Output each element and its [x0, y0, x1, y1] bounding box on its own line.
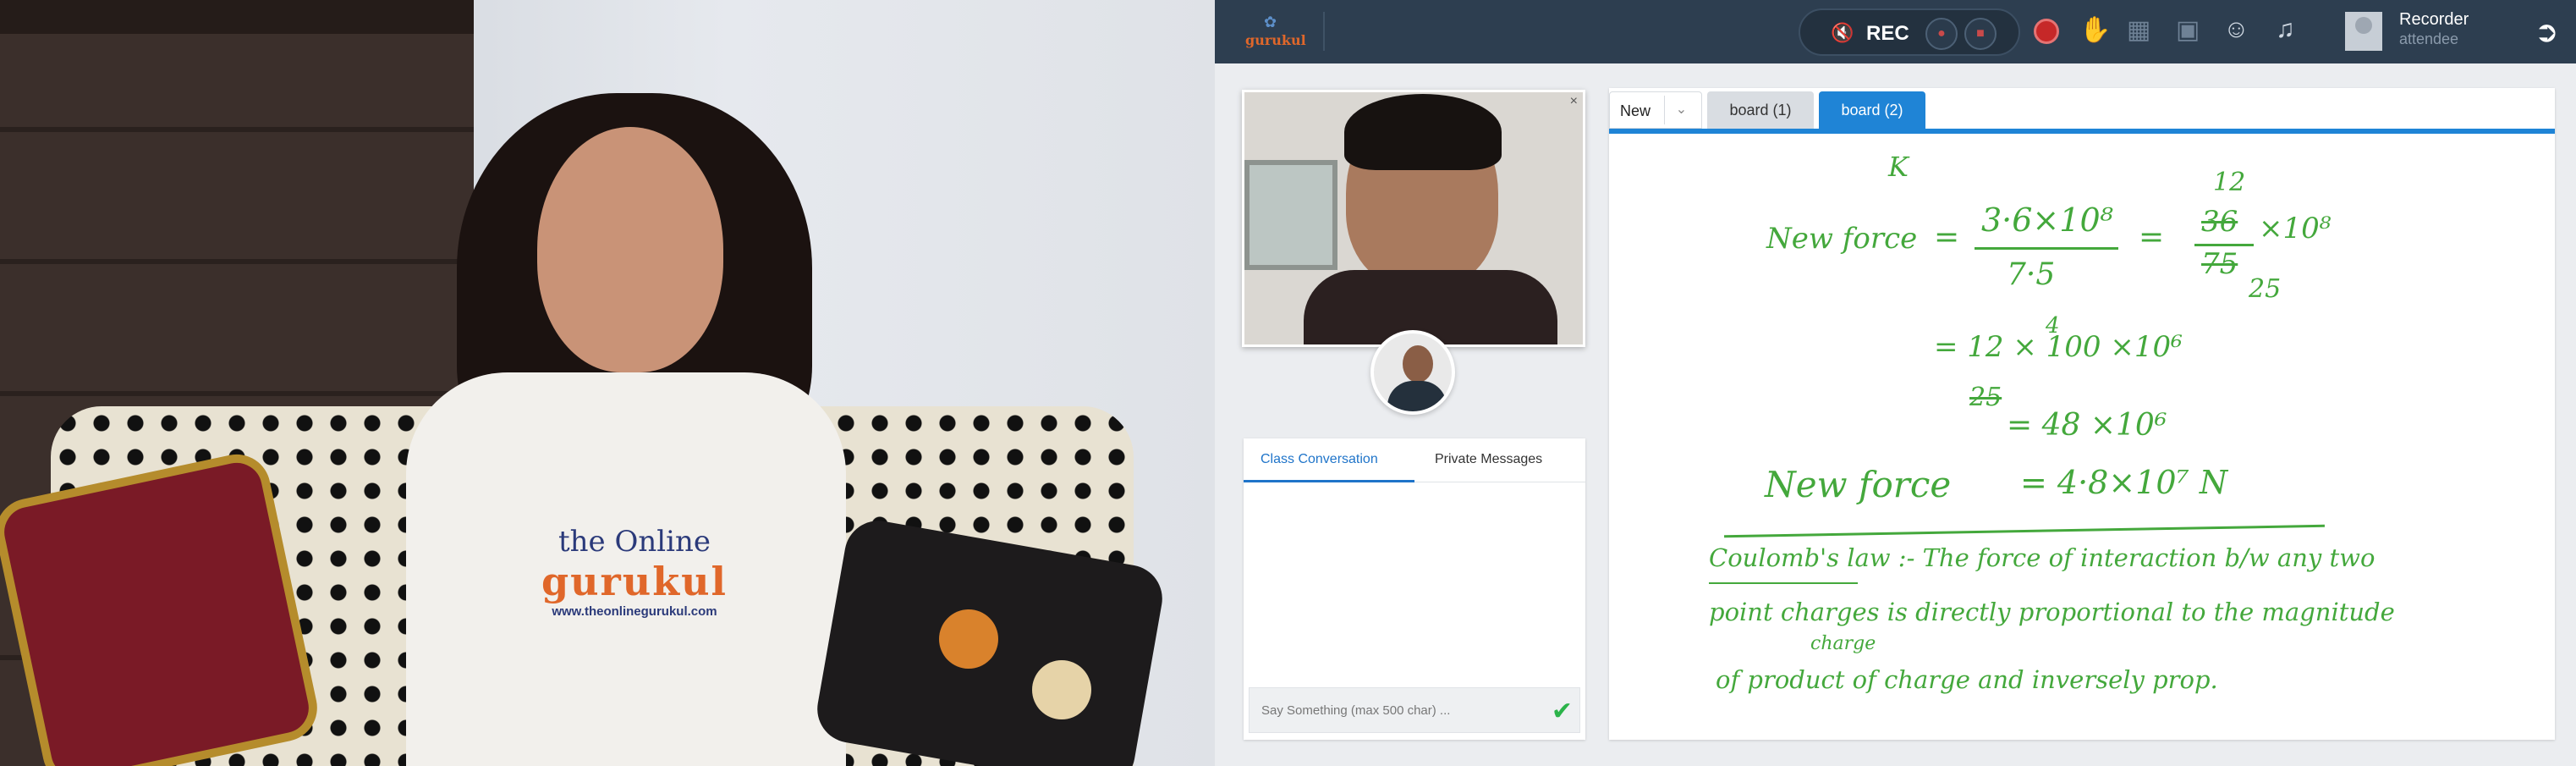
chat-tabs: Class Conversation Private Messages	[1244, 438, 1585, 482]
avatar[interactable]	[2345, 12, 2382, 51]
wall-trim	[0, 0, 474, 34]
ink-text: 3·6×10⁸	[1981, 201, 2113, 239]
ink-text: 36	[2201, 205, 2238, 239]
presenter-video: the Online gurukul www.theonlinegurukul.…	[0, 0, 1215, 766]
virtual-classroom-app: ✿ gurukul 🔇 REC ● ■ ✋ ▦ ▣ ☺ ♫ Recorder a…	[1215, 0, 2576, 766]
ink-text: point charges is directly proportional t…	[1709, 598, 2395, 626]
new-board-button[interactable]: New ⌄	[1609, 91, 1702, 129]
shirt-website: www.theonlinegurukul.com	[552, 604, 717, 619]
attendee-face	[1403, 345, 1433, 383]
ink-text: K	[1888, 151, 1909, 183]
user-name: Recorder	[2399, 10, 2469, 29]
tab-private-messages[interactable]: Private Messages	[1414, 438, 1585, 482]
grid-icon[interactable]: ▦	[2127, 15, 2150, 45]
tab-board-2[interactable]: board (2)	[1819, 91, 1925, 130]
record-dot-icon[interactable]	[2034, 19, 2059, 44]
shirt-brand-line2: gurukul	[541, 559, 728, 604]
recording-controls: 🔇 REC ● ■	[1799, 8, 2020, 56]
close-icon[interactable]: ×	[1570, 94, 1578, 109]
presentation-icon[interactable]: ▣	[2176, 15, 2200, 45]
ink-text: =	[2139, 220, 2165, 255]
chat-input[interactable]: Say Something (max 500 char) ... ✔	[1249, 687, 1580, 733]
shirt-brand-line1: the Online	[557, 525, 711, 559]
new-board-label: New	[1620, 102, 1651, 119]
participants-icon[interactable]: ☺	[2223, 15, 2249, 44]
rec-label: REC	[1866, 22, 1909, 45]
ink-text: 25	[2249, 274, 2282, 304]
presenter-face	[537, 127, 723, 372]
ink-text: = 48 ×10⁶	[2007, 408, 2167, 443]
user-role: attendee	[2399, 30, 2459, 47]
fraction-bar	[2194, 244, 2254, 246]
ink-text: 7·5	[2007, 257, 2056, 292]
divider	[1323, 12, 1325, 51]
teacher-hair	[1344, 94, 1502, 170]
teacher-video[interactable]: ×	[1242, 90, 1585, 347]
whiteboard: New ⌄ board (1) board (2) K New force = …	[1609, 88, 2555, 740]
background-window	[1244, 160, 1337, 270]
ink-text: 75	[2201, 247, 2238, 281]
tab-board-1[interactable]: board (1)	[1707, 91, 1814, 129]
divider-stroke	[1724, 524, 2325, 538]
ink-text: 25	[1969, 383, 2002, 412]
tab-class-conversation[interactable]: Class Conversation	[1244, 438, 1414, 482]
chevron-down-icon[interactable]: ⌄	[1664, 96, 1698, 124]
pillow-flower	[939, 609, 998, 669]
app-logo[interactable]: ✿ gurukul	[1245, 14, 1313, 49]
bell-icon[interactable]: ♫	[2276, 15, 2295, 44]
underline-stroke	[1709, 582, 1858, 584]
ink-text: =	[1934, 220, 1960, 255]
attendee-thumbnail[interactable]	[1370, 330, 1455, 415]
send-check-icon[interactable]: ✔	[1552, 697, 1573, 726]
chat-panel: Class Conversation Private Messages Say …	[1244, 438, 1585, 740]
logo-tree-icon: ✿	[1264, 14, 1277, 30]
screen-share-icon[interactable]: ●	[1925, 18, 1958, 50]
chat-input-placeholder: Say Something (max 500 char) ...	[1261, 703, 1451, 718]
ink-text: New force	[1766, 222, 1918, 256]
attendee-body	[1387, 381, 1447, 411]
board-tabs: New ⌄ board (1) board (2)	[1609, 88, 2555, 132]
logout-icon[interactable]: ➲	[2535, 15, 2559, 49]
fraction-bar	[1975, 247, 2118, 250]
camera-off-icon[interactable]: ■	[1964, 18, 1997, 50]
ink-text: New force	[1765, 464, 1952, 505]
logo-text: gurukul	[1245, 32, 1306, 48]
board-canvas[interactable]: K New force = 3·6×10⁸ 7·5 = 12 36 75 ×10…	[1609, 134, 2555, 740]
top-bar: ✿ gurukul 🔇 REC ● ■ ✋ ▦ ▣ ☺ ♫ Recorder a…	[1215, 0, 2576, 63]
ink-text: charge	[1810, 633, 1876, 654]
ink-text: 12	[2213, 168, 2246, 197]
hand-raise-icon[interactable]: ✋	[2079, 15, 2111, 45]
ink-text: = 4·8×10⁷ N	[2020, 464, 2228, 501]
pillow-flower	[1032, 660, 1091, 719]
mute-icon[interactable]: 🔇	[1831, 22, 1854, 44]
ink-text: ×10⁸	[2259, 212, 2332, 245]
ink-text: of product of charge and inversely prop.	[1716, 665, 2218, 694]
ink-text: Coulomb's law :- The force of interactio…	[1709, 543, 2376, 572]
shirt-logo: the Online gurukul www.theonlinegurukul.…	[533, 525, 736, 619]
ink-text: 4	[2046, 313, 2060, 339]
